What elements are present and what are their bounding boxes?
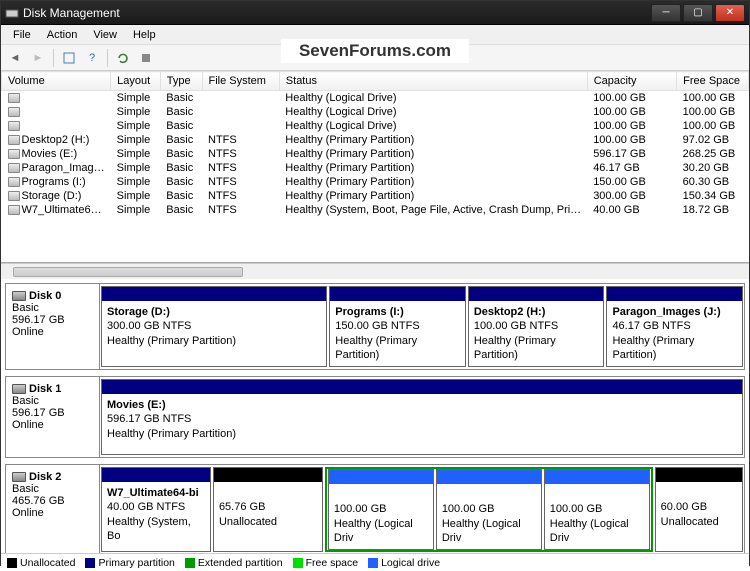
col-free[interactable]: Free Space xyxy=(677,72,749,91)
menu-action[interactable]: Action xyxy=(39,27,86,43)
table-row[interactable]: W7_Ultimate6…SimpleBasicNTFSHealthy (Sys… xyxy=(2,203,749,217)
separator xyxy=(107,49,108,67)
separator xyxy=(53,49,54,67)
partition[interactable]: Movies (E:)596.17 GB NTFSHealthy (Primar… xyxy=(101,379,743,455)
window-title: Disk Management xyxy=(23,6,649,20)
table-row[interactable]: SimpleBasicHealthy (Logical Drive)100.00… xyxy=(2,119,749,133)
forward-button[interactable]: ► xyxy=(28,48,48,68)
extended-partition: 100.00 GBHealthy (Logical Driv100.00 GBH… xyxy=(325,467,653,552)
disk-label[interactable]: Disk 1Basic596.17 GBOnline xyxy=(6,377,100,457)
menu-view[interactable]: View xyxy=(85,27,125,43)
table-row[interactable]: Storage (D:)SimpleBasicNTFSHealthy (Prim… xyxy=(2,189,749,203)
show-hide-button[interactable] xyxy=(59,48,79,68)
legend-primary: Primary partition xyxy=(85,557,174,569)
menu-file[interactable]: File xyxy=(5,27,39,43)
col-layout[interactable]: Layout xyxy=(111,72,161,91)
refresh-button[interactable] xyxy=(113,48,133,68)
watermark: SevenForums.com xyxy=(281,39,469,63)
disk-partitions: W7_Ultimate64-bi40.00 GB NTFSHealthy (Sy… xyxy=(100,465,744,553)
partition[interactable]: 100.00 GBHealthy (Logical Driv xyxy=(328,469,434,550)
partition[interactable]: 65.76 GBUnallocated xyxy=(213,467,323,552)
legend-unallocated: Unallocated xyxy=(7,557,75,569)
col-capacity[interactable]: Capacity xyxy=(587,72,676,91)
legend-free: Free space xyxy=(293,557,359,569)
disk-label[interactable]: Disk 2Basic465.76 GBOnline xyxy=(6,465,100,553)
partition[interactable]: 100.00 GBHealthy (Logical Driv xyxy=(544,469,650,550)
settings-button[interactable] xyxy=(136,48,156,68)
volume-list-pane: Volume Layout Type File System Status Ca… xyxy=(1,71,749,263)
disk-partitions: Storage (D:)300.00 GB NTFSHealthy (Prima… xyxy=(100,284,744,369)
legend-logical: Logical drive xyxy=(368,557,440,569)
disk-row: Disk 0Basic596.17 GBOnlineStorage (D:)30… xyxy=(5,283,745,370)
table-row[interactable]: SimpleBasicHealthy (Logical Drive)100.00… xyxy=(2,105,749,119)
menu-help[interactable]: Help xyxy=(125,27,164,43)
table-row[interactable]: Desktop2 (H:)SimpleBasicNTFSHealthy (Pri… xyxy=(2,133,749,147)
col-type[interactable]: Type xyxy=(160,72,202,91)
back-button[interactable]: ◄ xyxy=(5,48,25,68)
scrollbar-thumb[interactable] xyxy=(13,267,243,277)
table-row[interactable]: SimpleBasicHealthy (Logical Drive)100.00… xyxy=(2,91,749,106)
disk-row: Disk 1Basic596.17 GBOnlineMovies (E:)596… xyxy=(5,376,745,458)
disk-graphical-pane: Disk 0Basic596.17 GBOnlineStorage (D:)30… xyxy=(1,279,749,553)
toolbar: ◄ ► ? SevenForums.com xyxy=(1,45,749,71)
partition[interactable]: 60.00 GBUnallocated xyxy=(655,467,743,552)
close-button[interactable]: ✕ xyxy=(715,4,745,22)
legend-extended: Extended partition xyxy=(185,557,283,569)
disk-label[interactable]: Disk 0Basic596.17 GBOnline xyxy=(6,284,100,369)
table-row[interactable]: Movies (E:)SimpleBasicNTFSHealthy (Prima… xyxy=(2,147,749,161)
volume-table: Volume Layout Type File System Status Ca… xyxy=(1,71,749,217)
table-row[interactable]: Paragon_Imag…SimpleBasicNTFSHealthy (Pri… xyxy=(2,161,749,175)
disk-partitions: Movies (E:)596.17 GB NTFSHealthy (Primar… xyxy=(100,377,744,457)
partition[interactable]: Desktop2 (H:)100.00 GB NTFSHealthy (Prim… xyxy=(468,286,605,367)
disk-row: Disk 2Basic465.76 GBOnlineW7_Ultimate64-… xyxy=(5,464,745,553)
col-volume[interactable]: Volume xyxy=(2,72,111,91)
help-button[interactable]: ? xyxy=(82,48,102,68)
col-fs[interactable]: File System xyxy=(202,72,279,91)
table-row[interactable]: Programs (I:)SimpleBasicNTFSHealthy (Pri… xyxy=(2,175,749,189)
maximize-button[interactable]: ▢ xyxy=(683,4,713,22)
horizontal-scrollbar[interactable] xyxy=(1,263,749,279)
titlebar[interactable]: Disk Management ─ ▢ ✕ xyxy=(1,1,749,25)
legend: Unallocated Primary partition Extended p… xyxy=(1,553,749,571)
partition[interactable]: W7_Ultimate64-bi40.00 GB NTFSHealthy (Sy… xyxy=(101,467,211,552)
partition[interactable]: Programs (I:)150.00 GB NTFSHealthy (Prim… xyxy=(329,286,466,367)
app-icon xyxy=(5,6,19,20)
minimize-button[interactable]: ─ xyxy=(651,4,681,22)
col-status[interactable]: Status xyxy=(279,72,587,91)
partition[interactable]: 100.00 GBHealthy (Logical Driv xyxy=(436,469,542,550)
partition[interactable]: Storage (D:)300.00 GB NTFSHealthy (Prima… xyxy=(101,286,327,367)
partition[interactable]: Paragon_Images (J:)46.17 GB NTFSHealthy … xyxy=(606,286,743,367)
